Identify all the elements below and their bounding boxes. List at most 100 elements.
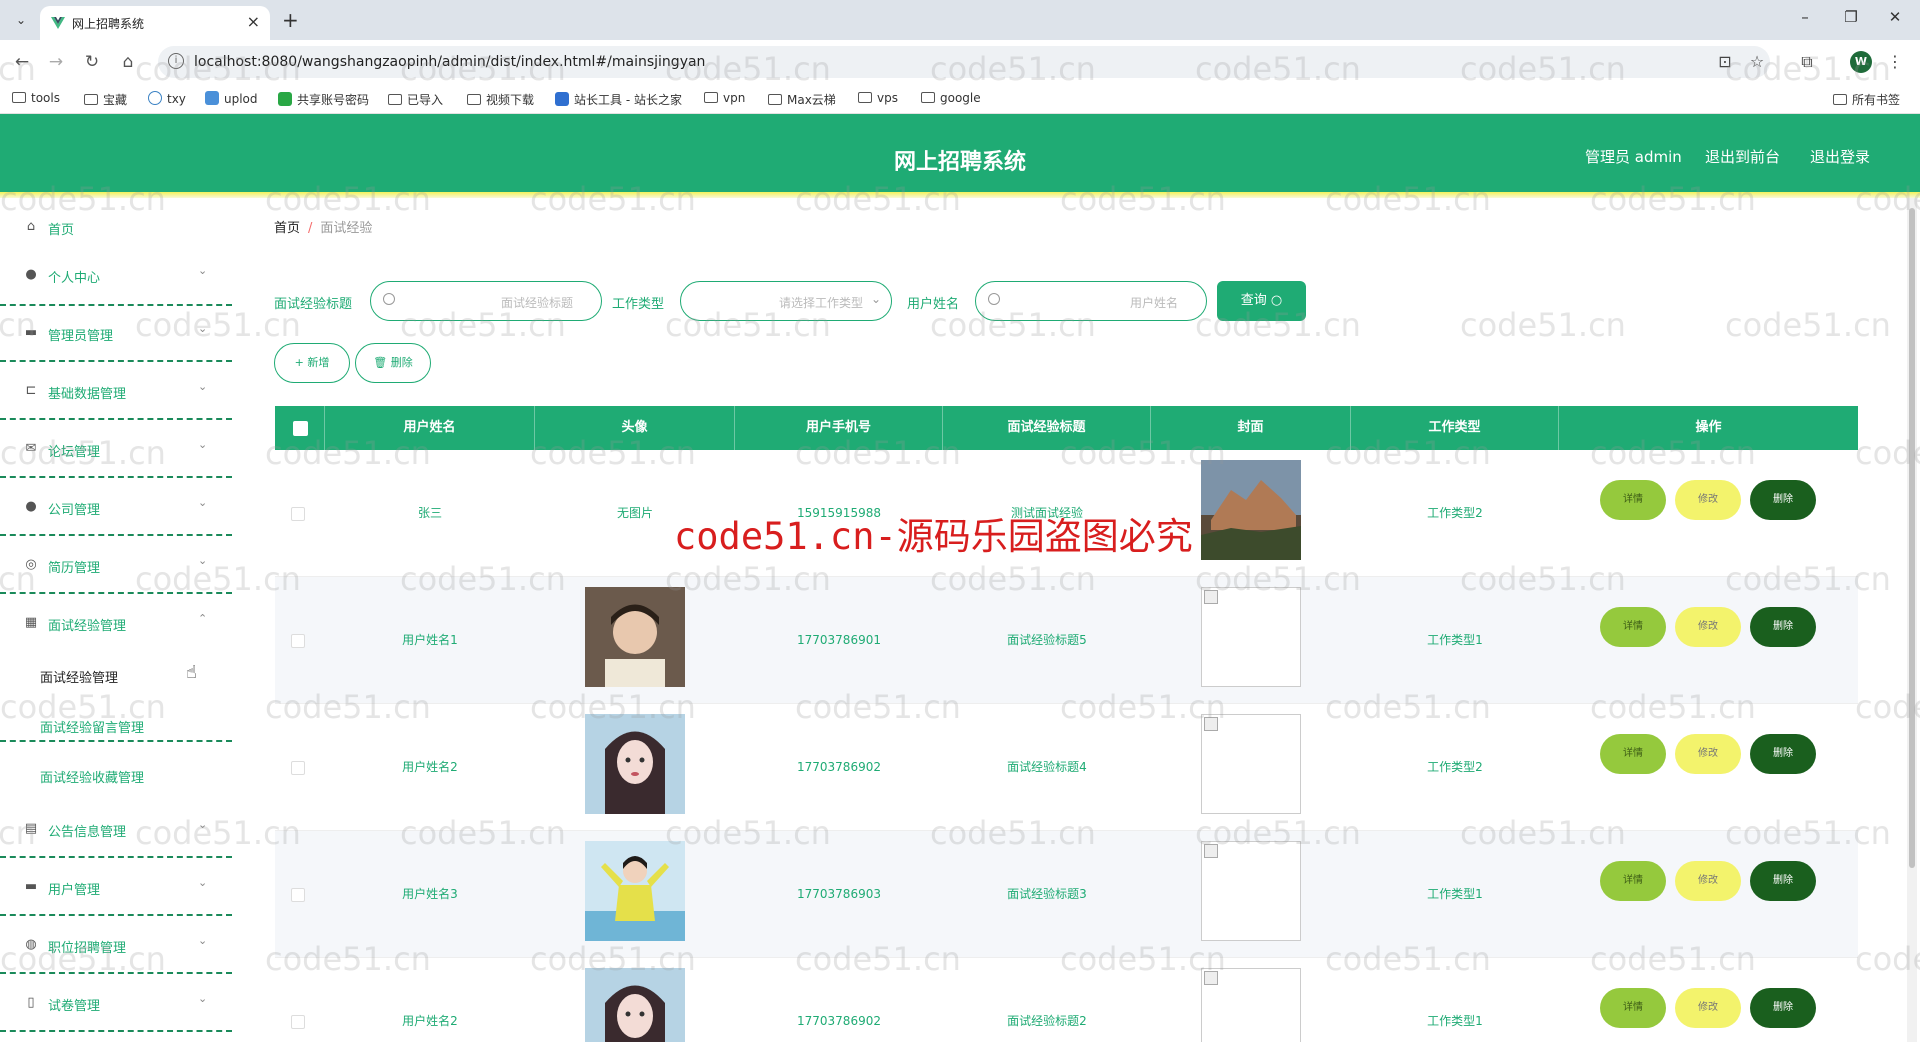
bookmark-item[interactable]: txy — [148, 91, 186, 106]
sidebar-item-interview[interactable]: ▦ 面试经验管理 ⌃ — [0, 594, 232, 652]
extensions-icon[interactable]: ⧉ — [1796, 52, 1818, 72]
forward-icon[interactable]: → — [44, 52, 68, 72]
cover-broken-image — [1201, 841, 1301, 941]
site-info-icon[interactable]: i — [168, 53, 184, 69]
cell-title: 面试经验标题4 — [1007, 760, 1087, 774]
row-checkbox[interactable] — [291, 634, 305, 648]
edit-button[interactable]: 修改 — [1675, 861, 1741, 901]
filter-title-label: 面试经验标题 — [274, 297, 353, 312]
row-checkbox[interactable] — [291, 888, 305, 902]
new-tab-icon[interactable]: + — [282, 8, 299, 32]
bookmark-item[interactable]: 共享账号密码 — [278, 91, 369, 108]
edit-button[interactable]: 修改 — [1675, 480, 1741, 520]
add-button[interactable]: + 新增 — [274, 343, 350, 383]
back-icon[interactable]: ← — [10, 52, 34, 72]
header-avatar: 头像 — [535, 406, 735, 450]
delete-button[interactable]: 删除 — [1750, 861, 1816, 901]
bookmarks-bar: tools 宝藏 txy uplod 共享账号密码 已导入 视频下载 站长工具 … — [0, 84, 1920, 114]
sidebar-item-basedata[interactable]: ⊏ 基础数据管理 ⌄ — [0, 362, 232, 420]
tab-search-icon[interactable]: ⌄ — [10, 9, 32, 31]
cloud-icon — [148, 91, 162, 105]
sidebar-item-company[interactable]: ● 公司管理 ⌄ — [0, 478, 232, 536]
search-icon — [383, 293, 395, 305]
crop-icon: ⊏ — [25, 383, 37, 398]
tab-close-icon[interactable]: × — [247, 12, 260, 31]
sidebar-item-jobs[interactable]: ◍ 职位招聘管理 ⌄ — [0, 916, 232, 974]
edit-button[interactable]: 修改 — [1675, 988, 1741, 1028]
bookmark-item[interactable]: 已导入 — [388, 91, 443, 108]
bookmark-item[interactable]: Max云梯 — [768, 91, 836, 108]
browser-tab[interactable]: 网上招聘系统 × — [40, 6, 270, 40]
bookmark-item[interactable]: tools — [12, 91, 60, 105]
chevron-up-icon: ⌃ — [198, 612, 208, 625]
header-phone: 用户手机号 — [735, 406, 943, 450]
cover-broken-image — [1201, 968, 1301, 1042]
delete-button[interactable]: 删除 — [1750, 988, 1816, 1028]
chevron-down-icon: ⌄ — [198, 876, 208, 889]
filter-type-select[interactable]: 请选择工作类型 ⌄ — [680, 281, 892, 321]
screenshot-icon[interactable]: ⊡ — [1714, 52, 1736, 71]
exit-to-front-link[interactable]: 退出到前台 — [1705, 146, 1780, 167]
folder-icon — [768, 94, 782, 105]
bookmark-item[interactable]: vps — [858, 91, 898, 105]
bookmark-item[interactable]: 视频下载 — [467, 91, 534, 108]
detail-button[interactable]: 详情 — [1600, 734, 1666, 774]
sidebar-item-resume[interactable]: ◎ 简历管理 ⌄ — [0, 536, 232, 594]
detail-button[interactable]: 详情 — [1600, 861, 1666, 901]
bookmark-item[interactable]: 宝藏 — [84, 91, 127, 108]
cell-phone: 15915915988 — [797, 506, 881, 520]
detail-button[interactable]: 详情 — [1600, 988, 1666, 1028]
batch-delete-button[interactable]: 🗑 删除 — [355, 343, 431, 383]
breadcrumb-home[interactable]: 首页 — [274, 221, 300, 236]
globe-icon: ◍ — [25, 937, 37, 952]
detail-button[interactable]: 详情 — [1600, 607, 1666, 647]
minimize-icon[interactable]: – — [1790, 8, 1820, 26]
select-all-checkbox[interactable] — [293, 421, 308, 436]
sidebar-item-forum[interactable]: ✉ 论坛管理 ⌄ — [0, 420, 232, 478]
logout-link[interactable]: 退出登录 — [1810, 146, 1870, 167]
submenu-interview[interactable]: 面试经验管理 — [40, 667, 118, 686]
bookmark-star-icon[interactable]: ☆ — [1746, 52, 1768, 71]
submenu-interview-comment[interactable]: 面试经验留言管理 — [40, 717, 144, 736]
sidebar-item-admin[interactable]: ▬ 管理员管理 ⌄ — [0, 304, 232, 362]
sidebar-item-exam[interactable]: ▯ 试卷管理 ⌄ — [0, 974, 232, 1032]
bookmark-item[interactable]: vpn — [704, 91, 745, 105]
url-field[interactable]: i localhost:8080/wangshangzaopinh/admin/… — [158, 46, 1770, 78]
cell-name: 用户姓名2 — [402, 760, 458, 774]
trash-icon: 🗑 — [373, 356, 391, 369]
row-checkbox[interactable] — [291, 507, 305, 521]
sidebar-item-personal[interactable]: ● 个人中心 ⌄ — [0, 246, 232, 306]
broken-image-icon — [1204, 590, 1218, 604]
watermark-text: code51.cn — [1725, 306, 1891, 344]
avatar-image — [585, 587, 685, 687]
restore-icon[interactable]: ❐ — [1836, 8, 1866, 26]
filter-user-input[interactable]: 用户姓名 — [975, 281, 1207, 321]
cell-title: 测试面试经验 — [1010, 506, 1083, 520]
page-scrollbar[interactable] — [1907, 198, 1917, 1042]
bookmark-item[interactable]: google — [921, 91, 981, 105]
detail-button[interactable]: 详情 — [1600, 480, 1666, 520]
grid-icon: ▦ — [24, 615, 38, 630]
search-button[interactable]: 查询 ○ — [1217, 281, 1306, 321]
bookmark-item[interactable]: uplod — [205, 91, 258, 106]
all-bookmarks[interactable]: 所有书签 — [1833, 91, 1900, 108]
broken-image-icon — [1204, 971, 1218, 985]
row-checkbox[interactable] — [291, 761, 305, 775]
home-browser-icon[interactable]: ⌂ — [116, 52, 140, 72]
browser-menu-icon[interactable]: ⋮ — [1884, 52, 1906, 71]
sidebar-item-notice[interactable]: ▤ 公告信息管理 ⌄ — [0, 800, 232, 858]
row-checkbox[interactable] — [291, 1015, 305, 1029]
filter-title-input[interactable]: 面试经验标题 — [370, 281, 602, 321]
reload-icon[interactable]: ↻ — [80, 52, 104, 72]
delete-button[interactable]: 删除 — [1750, 734, 1816, 774]
scrollbar-thumb[interactable] — [1909, 208, 1915, 868]
sidebar-item-users[interactable]: ▬ 用户管理 ⌄ — [0, 858, 232, 916]
delete-button[interactable]: 删除 — [1750, 480, 1816, 520]
profile-avatar[interactable]: W — [1850, 51, 1872, 73]
close-window-icon[interactable]: ✕ — [1880, 8, 1910, 26]
edit-button[interactable]: 修改 — [1675, 734, 1741, 774]
bookmark-item[interactable]: 站长工具 - 站长之家 — [555, 91, 682, 108]
landscape-image — [1201, 460, 1301, 560]
edit-button[interactable]: 修改 — [1675, 607, 1741, 647]
delete-button[interactable]: 删除 — [1750, 607, 1816, 647]
